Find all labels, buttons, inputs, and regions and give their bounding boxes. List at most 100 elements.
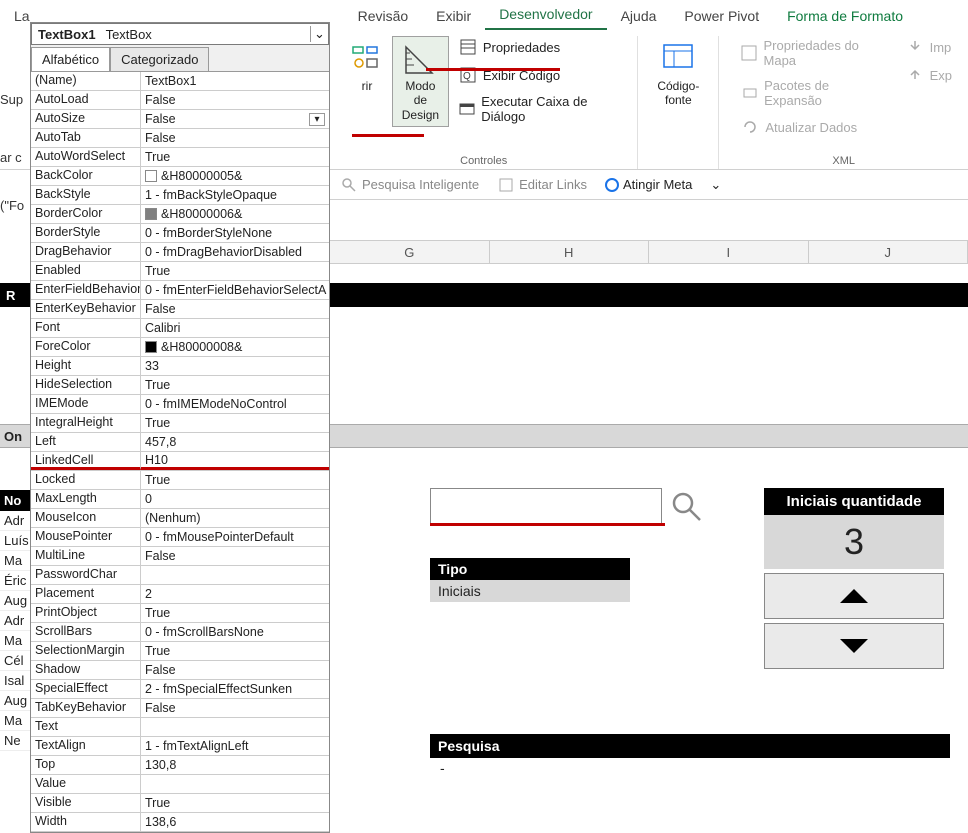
prop-row-enabled[interactable]: EnabledTrue bbox=[31, 262, 329, 281]
col-g[interactable]: G bbox=[330, 241, 490, 263]
prop-row-printobject[interactable]: PrintObjectTrue bbox=[31, 604, 329, 623]
prop-value[interactable]: 138,6 bbox=[141, 813, 329, 831]
prop-value[interactable]: 1 - fmBackStyleOpaque bbox=[141, 186, 329, 204]
prop-row-placement[interactable]: Placement2 bbox=[31, 585, 329, 604]
tab-alfabetico[interactable]: Alfabético bbox=[31, 47, 110, 71]
tab-power-pivot[interactable]: Power Pivot bbox=[670, 2, 773, 30]
spin-up-button[interactable] bbox=[764, 573, 944, 619]
prop-row-hideselection[interactable]: HideSelectionTrue bbox=[31, 376, 329, 395]
prop-row-imemode[interactable]: IMEMode0 - fmIMEModeNoControl bbox=[31, 395, 329, 414]
prop-value[interactable]: True bbox=[141, 262, 329, 280]
prop-value[interactable]: 0 - fmIMEModeNoControl bbox=[141, 395, 329, 413]
editar-links-button[interactable]: Editar Links bbox=[497, 176, 587, 194]
tab-forma-formato[interactable]: Forma de Formato bbox=[773, 2, 917, 30]
prop-value[interactable]: 0 - fmScrollBarsNone bbox=[141, 623, 329, 641]
prop-value[interactable]: &H80000006& bbox=[141, 205, 329, 223]
list-item[interactable]: Ne bbox=[0, 731, 30, 751]
prop-row-scrollbars[interactable]: ScrollBars0 - fmScrollBarsNone bbox=[31, 623, 329, 642]
prop-value[interactable]: 0 - fmDragBehaviorDisabled bbox=[141, 243, 329, 261]
pesquisa-inteligente-button[interactable]: Pesquisa Inteligente bbox=[340, 176, 479, 194]
prop-row-autoload[interactable]: AutoLoadFalse bbox=[31, 91, 329, 110]
prop-value[interactable]: True bbox=[141, 376, 329, 394]
prop-value[interactable]: 0 - fmMousePointerDefault bbox=[141, 528, 329, 546]
list-item[interactable]: Éric bbox=[0, 571, 30, 591]
tipo-value[interactable]: Iniciais bbox=[430, 580, 630, 602]
prop-row-passwordchar[interactable]: PasswordChar bbox=[31, 566, 329, 585]
list-item[interactable]: Luís bbox=[0, 531, 30, 551]
prop-value[interactable]: &H80000008& bbox=[141, 338, 329, 356]
list-item[interactable]: Aug bbox=[0, 691, 30, 711]
propriedades-mapa-button[interactable]: Propriedades do Mapa bbox=[737, 36, 885, 70]
prop-row-multiline[interactable]: MultiLineFalse bbox=[31, 547, 329, 566]
prop-row-enterfieldbehavior[interactable]: EnterFieldBehavior0 - fmEnterFieldBehavi… bbox=[31, 281, 329, 300]
list-item[interactable]: Ma bbox=[0, 631, 30, 651]
object-selector[interactable]: TextBox1 TextBox ⌄ bbox=[31, 23, 329, 45]
prop-row-value[interactable]: Value bbox=[31, 775, 329, 794]
list-item[interactable]: Isal bbox=[0, 671, 30, 691]
prop-value[interactable]: False bbox=[141, 547, 329, 565]
prop-value[interactable]: True bbox=[141, 471, 329, 489]
list-item[interactable]: Adr bbox=[0, 511, 30, 531]
prop-row-backstyle[interactable]: BackStyle1 - fmBackStyleOpaque bbox=[31, 186, 329, 205]
prop-row-integralheight[interactable]: IntegralHeightTrue bbox=[31, 414, 329, 433]
prop-row-selectionmargin[interactable]: SelectionMarginTrue bbox=[31, 642, 329, 661]
prop-value[interactable]: False bbox=[141, 129, 329, 147]
codigo-fonte-button[interactable]: Código-fonte bbox=[650, 36, 706, 113]
prop-value[interactable]: 0 - fmBorderStyleNone bbox=[141, 224, 329, 242]
import-button[interactable]: Imp bbox=[902, 36, 956, 58]
tab-categorizado[interactable]: Categorizado bbox=[110, 47, 209, 71]
prop-value[interactable]: Calibri bbox=[141, 319, 329, 337]
prop-value[interactable]: True bbox=[141, 794, 329, 812]
prop-value[interactable]: 33 bbox=[141, 357, 329, 375]
prop-row-specialeffect[interactable]: SpecialEffect2 - fmSpecialEffectSunken bbox=[31, 680, 329, 699]
prop-value[interactable]: False bbox=[141, 91, 329, 109]
insert-button[interactable]: rir bbox=[342, 36, 392, 98]
prop-value[interactable]: 0 - fmEnterFieldBehaviorSelectA bbox=[141, 281, 329, 299]
prop-value[interactable]: False bbox=[141, 699, 329, 717]
prop-value[interactable] bbox=[141, 775, 329, 793]
prop-value[interactable]: False bbox=[141, 300, 329, 318]
prop-value[interactable]: True bbox=[141, 148, 329, 166]
prop-row-top[interactable]: Top130,8 bbox=[31, 756, 329, 775]
prop-value[interactable]: False bbox=[141, 661, 329, 679]
prop-value[interactable]: 0 bbox=[141, 490, 329, 508]
prop-value[interactable]: 457,8 bbox=[141, 433, 329, 451]
prop-row-mousepointer[interactable]: MousePointer0 - fmMousePointerDefault bbox=[31, 528, 329, 547]
prop-row-left[interactable]: Left457,8 bbox=[31, 433, 329, 452]
prop-row-linkedcell[interactable]: LinkedCellH10 bbox=[31, 452, 329, 471]
tab-desenvolvedor[interactable]: Desenvolvedor bbox=[485, 0, 606, 30]
prop-row-tabkeybehavior[interactable]: TabKeyBehaviorFalse bbox=[31, 699, 329, 718]
tab-revisao[interactable]: Revisão bbox=[344, 2, 423, 30]
prop-row-name[interactable]: (Name)TextBox1 bbox=[31, 72, 329, 91]
prop-value[interactable]: TextBox1 bbox=[141, 72, 329, 90]
col-i[interactable]: I bbox=[649, 241, 809, 263]
prop-row-dragbehavior[interactable]: DragBehavior0 - fmDragBehaviorDisabled bbox=[31, 243, 329, 262]
list-item[interactable]: Cél bbox=[0, 651, 30, 671]
prop-row-autosize[interactable]: AutoSizeFalse▾ bbox=[31, 110, 329, 129]
prop-value[interactable]: 2 - fmSpecialEffectSunken bbox=[141, 680, 329, 698]
object-dropdown-icon[interactable]: ⌄ bbox=[310, 26, 328, 42]
prop-value[interactable]: 2 bbox=[141, 585, 329, 603]
prop-row-visible[interactable]: VisibleTrue bbox=[31, 794, 329, 813]
design-mode-button[interactable]: Modo de Design bbox=[392, 36, 449, 127]
pacotes-expansao-button[interactable]: Pacotes de Expansão bbox=[737, 76, 885, 110]
prop-row-textalign[interactable]: TextAlign1 - fmTextAlignLeft bbox=[31, 737, 329, 756]
prop-row-borderstyle[interactable]: BorderStyle0 - fmBorderStyleNone bbox=[31, 224, 329, 243]
prop-row-maxlength[interactable]: MaxLength0 bbox=[31, 490, 329, 509]
col-h[interactable]: H bbox=[490, 241, 650, 263]
tab-exibir[interactable]: Exibir bbox=[422, 2, 485, 30]
prop-row-shadow[interactable]: ShadowFalse bbox=[31, 661, 329, 680]
list-item[interactable]: Ma bbox=[0, 551, 30, 571]
prop-row-bordercolor[interactable]: BorderColor&H80000006& bbox=[31, 205, 329, 224]
spin-down-button[interactable] bbox=[764, 623, 944, 669]
prop-row-enterkeybehavior[interactable]: EnterKeyBehaviorFalse bbox=[31, 300, 329, 319]
prop-value[interactable]: True bbox=[141, 642, 329, 660]
atualizar-dados-button[interactable]: Atualizar Dados bbox=[737, 116, 885, 138]
prop-row-autotab[interactable]: AutoTabFalse bbox=[31, 129, 329, 148]
prop-row-width[interactable]: Width138,6 bbox=[31, 813, 329, 832]
prop-value[interactable]: H10 bbox=[141, 452, 329, 470]
prop-value[interactable]: 1 - fmTextAlignLeft bbox=[141, 737, 329, 755]
prop-value[interactable]: True bbox=[141, 414, 329, 432]
prop-row-height[interactable]: Height33 bbox=[31, 357, 329, 376]
list-item[interactable]: Aug bbox=[0, 591, 30, 611]
